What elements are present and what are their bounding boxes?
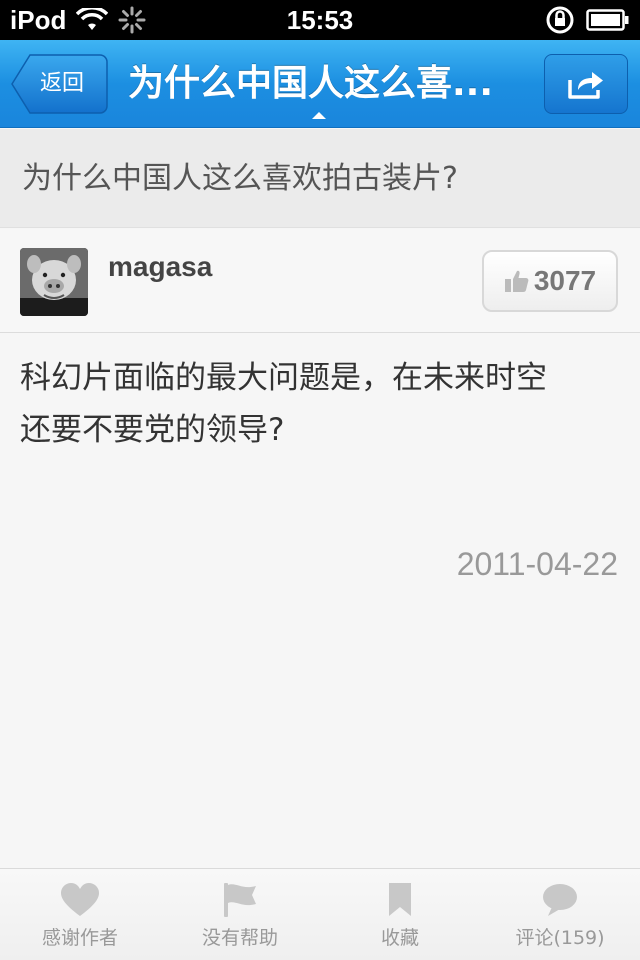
thumbs-up-icon bbox=[504, 270, 529, 292]
answer-line: 还要不要党的领导? bbox=[20, 412, 285, 448]
status-right bbox=[544, 4, 630, 36]
answer-date: 2011-04-22 bbox=[456, 546, 618, 582]
share-icon bbox=[568, 72, 603, 99]
thank-author-button[interactable]: 感谢作者 bbox=[0, 869, 160, 960]
bottom-toolbar: 感谢作者 没有帮助 收藏 评论(159) bbox=[0, 868, 640, 960]
question-title[interactable]: 为什么中国人这么喜欢拍古装片? bbox=[0, 129, 640, 228]
heart-icon bbox=[61, 883, 99, 916]
battery-icon bbox=[586, 9, 629, 31]
vote-button[interactable]: 3077 bbox=[482, 250, 618, 312]
bookmark-icon bbox=[389, 883, 411, 916]
flag-icon bbox=[224, 883, 256, 917]
share-button[interactable] bbox=[544, 54, 628, 114]
answer-line: 科幻片面临的最大问题是，在未来时空 bbox=[20, 360, 547, 396]
nav-caret-icon bbox=[312, 112, 326, 119]
vote-count: 3077 bbox=[533, 265, 597, 296]
author-name[interactable]: magasa bbox=[108, 251, 212, 283]
avatar[interactable] bbox=[20, 248, 88, 316]
thank-author-label: 感谢作者 bbox=[41, 927, 118, 949]
comments-label: 评论(159) bbox=[515, 927, 605, 949]
comments-button[interactable]: 评论(159) bbox=[480, 869, 640, 960]
navigation-bar: 返回 为什么中国人这么喜... bbox=[0, 40, 640, 128]
not-helpful-label: 没有帮助 bbox=[201, 927, 278, 949]
back-button[interactable]: 返回 bbox=[10, 54, 108, 114]
status-bar: iPod 15:53 bbox=[0, 0, 640, 40]
rotation-lock-icon bbox=[546, 6, 574, 34]
author-row: magasa 3077 bbox=[0, 229, 640, 333]
favorite-button[interactable]: 收藏 bbox=[320, 869, 480, 960]
comment-icon bbox=[543, 884, 577, 916]
answer-content: 科幻片面临的最大问题是，在未来时空 还要不要党的领导? bbox=[20, 352, 620, 456]
back-button-label: 返回 bbox=[40, 71, 85, 96]
favorite-label: 收藏 bbox=[380, 927, 419, 949]
not-helpful-button[interactable]: 没有帮助 bbox=[160, 869, 320, 960]
